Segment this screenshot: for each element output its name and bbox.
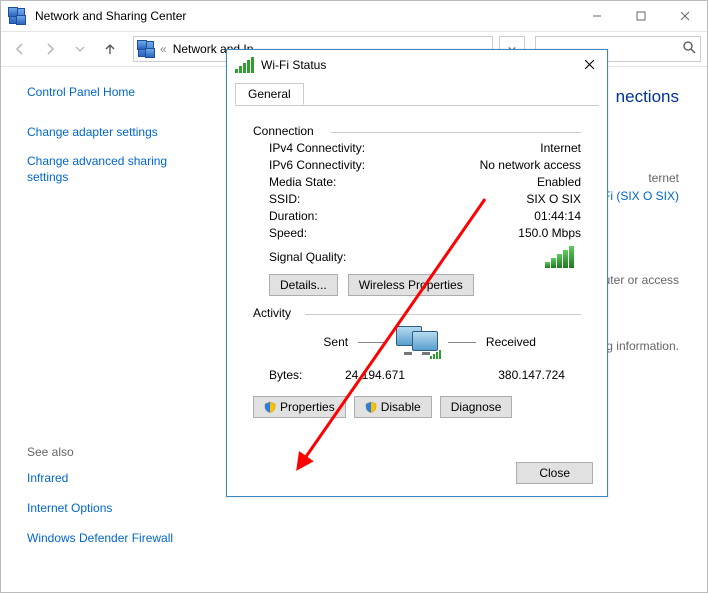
ipv4-label: IPv4 Connectivity: [269, 141, 365, 155]
media-label: Media State: [269, 175, 336, 189]
search-icon [682, 40, 696, 57]
see-also-firewall[interactable]: Windows Defender Firewall [27, 531, 203, 547]
ssid-label: SSID: [269, 192, 300, 206]
signal-strength-icon [545, 246, 575, 268]
activity-monitors-icon [396, 326, 438, 358]
properties-button-label: Properties [280, 400, 335, 414]
dialog-close-button[interactable] [577, 54, 601, 74]
window-titlebar: Network and Sharing Center [1, 1, 707, 31]
see-also-infrared[interactable]: Infrared [27, 471, 203, 487]
nav-forward-button[interactable] [37, 37, 63, 61]
group-connection: Connection IPv4 Connectivity: Internet IP… [253, 124, 581, 296]
app-window: Network and Sharing Center « Network and… [0, 0, 708, 593]
media-value: Enabled [537, 175, 581, 189]
shield-icon [365, 401, 377, 413]
bytes-received: 380.147.724 [498, 368, 565, 382]
see-also-internet-options[interactable]: Internet Options [27, 501, 203, 517]
network-center-icon [138, 41, 154, 57]
wifi-icon [235, 57, 255, 73]
group-activity: Activity Sent Received Bytes: 24.194.671… [253, 306, 581, 382]
dialog-title: Wi-Fi Status [261, 58, 326, 72]
disable-button-label: Disable [381, 400, 421, 414]
group-activity-label: Activity [253, 306, 297, 320]
properties-button[interactable]: Properties [253, 396, 346, 418]
sidebar-item-advanced-sharing[interactable]: Change advanced sharing settings [27, 154, 203, 185]
shield-icon [264, 401, 276, 413]
dialog-tabs: General [235, 82, 599, 106]
window-title: Network and Sharing Center [35, 9, 186, 23]
duration-value: 01:44:14 [534, 209, 581, 223]
nav-back-button[interactable] [7, 37, 33, 61]
nav-history-button[interactable] [67, 37, 93, 61]
connection-link-fragment[interactable]: i-Fi (SIX O SIX) [596, 189, 679, 203]
ipv6-value: No network access [480, 158, 581, 172]
see-also-label: See also [27, 445, 203, 459]
details-button[interactable]: Details... [269, 274, 338, 296]
access-type-fragment: ternet [648, 171, 679, 185]
network-center-icon [9, 8, 25, 24]
group-connection-label: Connection [253, 124, 320, 138]
control-panel-home-link[interactable]: Control Panel Home [27, 85, 203, 101]
disable-button[interactable]: Disable [354, 396, 432, 418]
speed-value: 150.0 Mbps [518, 226, 581, 240]
close-button[interactable] [663, 1, 707, 31]
wireless-properties-button[interactable]: Wireless Properties [348, 274, 474, 296]
minimize-button[interactable] [575, 1, 619, 31]
ipv4-value: Internet [540, 141, 581, 155]
bytes-label: Bytes: [269, 368, 302, 382]
sent-label: Sent [253, 335, 348, 349]
speed-label: Speed: [269, 226, 307, 240]
diagnose-button[interactable]: Diagnose [440, 396, 513, 418]
ipv6-label: IPv6 Connectivity: [269, 158, 365, 172]
duration-label: Duration: [269, 209, 318, 223]
bytes-sent: 24.194.671 [345, 368, 405, 382]
wifi-status-dialog: Wi-Fi Status General Connection IPv4 Con… [226, 49, 608, 497]
sidebar-item-adapter[interactable]: Change adapter settings [27, 125, 203, 141]
signal-label: Signal Quality: [269, 250, 346, 264]
close-dialog-button[interactable]: Close [516, 462, 593, 484]
maximize-button[interactable] [619, 1, 663, 31]
tab-general[interactable]: General [235, 83, 304, 105]
ssid-value: SIX O SIX [526, 192, 581, 206]
sidebar: Control Panel Home Change adapter settin… [1, 67, 211, 593]
nav-up-button[interactable] [97, 37, 123, 61]
dialog-titlebar: Wi-Fi Status [227, 50, 607, 80]
received-label: Received [486, 335, 581, 349]
